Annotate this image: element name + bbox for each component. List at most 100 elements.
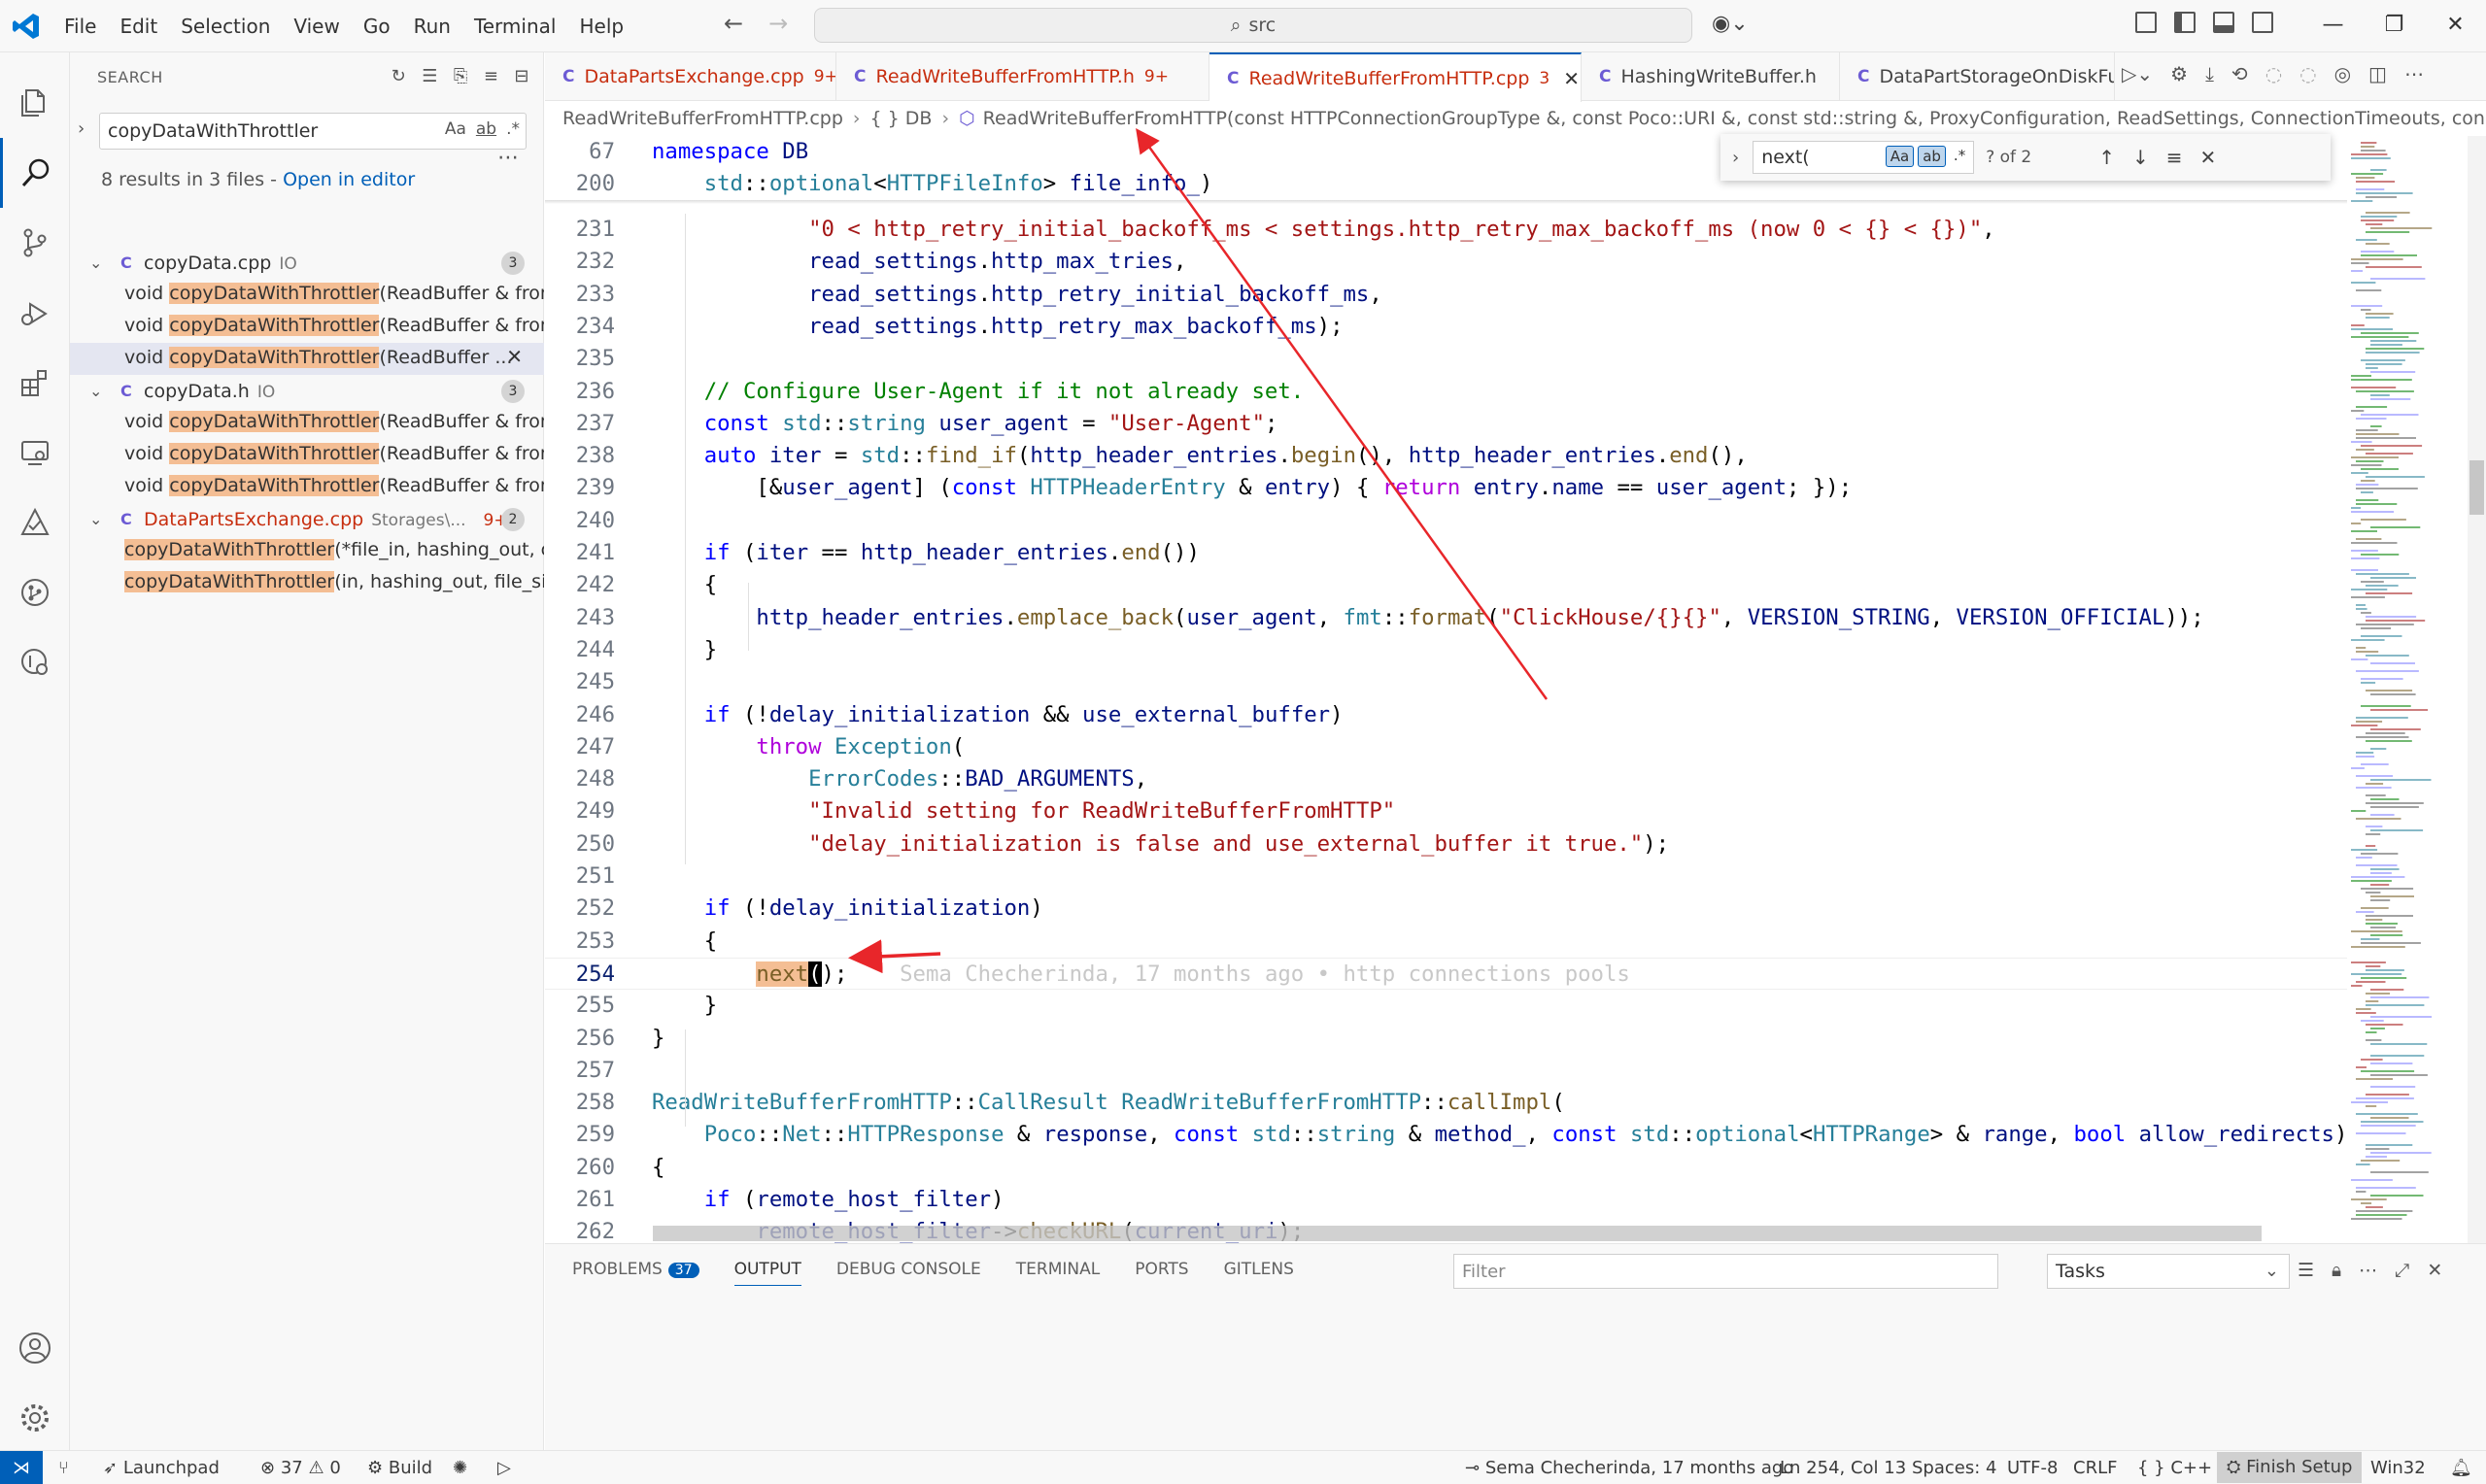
dismiss-match-icon[interactable]: ✕ [506,345,523,368]
menu-help[interactable]: Help [567,0,635,52]
save-all-icon[interactable]: ⤓ [2205,62,2214,85]
extensions-icon[interactable] [0,348,70,418]
breadcrumb-file[interactable]: ReadWriteBufferFromHTTP.cpp [562,108,843,129]
back-arrow-icon[interactable]: ← [724,10,743,37]
code-line[interactable]: 257 [545,1055,2347,1087]
line-number[interactable]: 239 [545,472,615,504]
accounts-icon[interactable] [0,1313,70,1383]
result-match-row[interactable]: void copyDataWithThrottler(ReadBuffer & … [70,439,544,471]
match-case-toggle[interactable]: Aa [1885,146,1915,167]
platform[interactable]: Win32 [2370,1458,2426,1478]
toggle-replace-chevron-icon[interactable]: › [1732,148,1739,168]
lock-scroll-icon[interactable]: 🔒︎ [2332,1260,2341,1281]
code-line[interactable]: 252 if (!delay_initialization) [545,893,2347,925]
minimap[interactable] [2347,136,2468,1243]
settings-gear-icon[interactable]: ⚙ [2170,62,2188,85]
code-line[interactable]: 247 throw Exception( [545,731,2347,763]
code-line[interactable]: 256} [545,1023,2347,1055]
line-number[interactable]: 240 [545,505,615,537]
code-line[interactable]: 243 http_header_entries.emplace_back(use… [545,602,2347,634]
restore-icon[interactable]: ❐ [2364,6,2425,45]
vertical-scrollbar[interactable] [2468,136,2486,1243]
code-line[interactable]: 237 const std::string user_agent = "User… [545,408,2347,440]
tab-readwritebufferfromhttp-h[interactable]: C ReadWriteBufferFromHTTP.h 9+ [836,52,1209,101]
debug-icon[interactable]: ✺ [453,1458,467,1478]
previous-match-icon[interactable]: ↑ [2098,146,2115,169]
result-match-row[interactable]: copyDataWithThrottler(*file_in, hashing_… [70,535,544,567]
line-number[interactable]: 259 [545,1119,615,1151]
source-control-icon[interactable] [0,208,70,278]
horizontal-scrollbar-thumb[interactable] [653,1226,2262,1241]
result-file-row[interactable]: ⌄ C copyData.h IO 3 [70,375,544,407]
tab-gitlens[interactable]: GITLENS [1224,1260,1294,1286]
line-number[interactable]: 251 [545,860,615,893]
more-actions-icon[interactable]: ⋯ [2359,1260,2377,1281]
code-line[interactable]: 238 auto iter = std::find_if(http_header… [545,440,2347,472]
output-filter-input[interactable]: Filter [1453,1254,1998,1289]
result-file-row[interactable]: ⌄ C DataPartsExchange.cpp Storages\... 9+ … [70,503,544,535]
collapse-all-icon[interactable]: ⊟ [514,66,529,86]
indentation[interactable]: Spaces: 4 [1912,1458,1996,1478]
code-line[interactable]: 242 { [545,569,2347,601]
result-match-row[interactable]: void copyDataWithThrottler(ReadBuffer & … [70,471,544,503]
line-number[interactable]: 261 [545,1184,615,1216]
tab-datapartstorageondiskful[interactable]: C DataPartStorageOnDiskFul [1840,52,2115,101]
output-channel-select[interactable]: Tasks ⌄ [2047,1254,2290,1289]
vertical-scrollbar-thumb[interactable] [2469,460,2484,515]
clear-results-icon[interactable]: ☰ [422,66,438,86]
code-line[interactable]: 233 read_settings.http_retry_initial_bac… [545,279,2347,311]
match-whole-word-toggle[interactable]: ab [476,119,496,139]
menu-edit[interactable]: Edit [108,0,169,52]
remote-indicator-icon[interactable]: ⋊ [0,1451,43,1484]
tab-debug-console[interactable]: DEBUG CONSOLE [836,1260,981,1286]
match-whole-word-toggle[interactable]: ab [1918,146,1946,167]
code-line[interactable]: 244 } [545,634,2347,666]
code-line[interactable]: 249 "Invalid setting for ReadWriteBuffer… [545,795,2347,827]
line-number[interactable]: 254 [545,959,615,991]
tab-datapartsexchange-cpp[interactable]: C DataPartsExchange.cpp 9+ [545,52,836,101]
code-line[interactable]: 235 [545,343,2347,375]
tab-hashingwritebuffer-h[interactable]: C HashingWriteBuffer.h [1582,52,1840,101]
maximize-panel-icon[interactable]: ⤢ [2395,1260,2409,1281]
line-number[interactable]: 243 [545,602,615,634]
new-search-editor-icon[interactable]: ⎘ [454,66,468,86]
line-number[interactable]: 241 [545,537,615,569]
code-line[interactable]: 248 ErrorCodes::BAD_ARGUMENTS, [545,763,2347,795]
breadcrumb-symbol[interactable]: ReadWriteBufferFromHTTP(const HTTPConnec… [983,108,2486,129]
tab-ports[interactable]: PORTS [1135,1260,1188,1286]
code-line[interactable]: 232 read_settings.http_max_tries, [545,246,2347,278]
remote-explorer-icon[interactable] [0,418,70,488]
line-number[interactable]: 233 [545,279,615,311]
line-number[interactable]: 248 [545,763,615,795]
find-input[interactable]: next( Aa ab .* [1753,141,1975,174]
result-match-row[interactable]: void copyDataWithThrottler(ReadBuffer & … [70,279,544,311]
next-change-icon[interactable]: ◌ [2299,62,2316,85]
toggle-search-details-icon[interactable]: ⋯ [497,146,519,170]
view-as-tree-icon[interactable]: ≡ [484,66,499,86]
refresh-icon[interactable]: ↻ [392,66,407,86]
close-window-icon[interactable]: ✕ [2425,6,2486,45]
line-number[interactable]: 253 [545,926,615,958]
code-line[interactable]: 240 [545,505,2347,537]
close-tab-icon[interactable]: ✕ [1563,67,1580,90]
command-center[interactable]: ⌕ src [814,8,1692,43]
run-icon[interactable]: ▷ [497,1458,511,1478]
toggle-panel-icon[interactable] [2213,12,2234,33]
code-editor[interactable]: 67 namespace DB 200 std::optional<HTTPFile… [545,136,2347,1243]
code-line[interactable]: 234 read_settings.http_retry_max_backoff… [545,311,2347,343]
split-editor-icon[interactable]: ◫ [2368,62,2387,85]
problems-status[interactable]: ⊗ 37 ⚠ 0 [260,1458,341,1478]
line-number[interactable]: 250 [545,828,615,860]
menu-terminal[interactable]: Terminal [462,0,568,52]
code-line[interactable]: 246 if (!delay_initialization && use_ext… [545,699,2347,731]
search-input[interactable]: copyDataWithThrottler Aa ab .* [99,113,527,150]
search-view-icon[interactable] [0,138,70,208]
code-line[interactable]: 241 if (iter == http_header_entries.end(… [545,537,2347,569]
line-number[interactable]: 238 [545,440,615,472]
line-number[interactable]: 236 [545,376,615,408]
encoding[interactable]: UTF-8 [2007,1458,2058,1478]
code-line[interactable]: 253 { [545,926,2347,958]
open-in-editor-link[interactable]: Open in editor [283,169,415,190]
code-line[interactable]: 260 { [545,1152,2347,1184]
minimize-icon[interactable]: — [2302,6,2364,45]
